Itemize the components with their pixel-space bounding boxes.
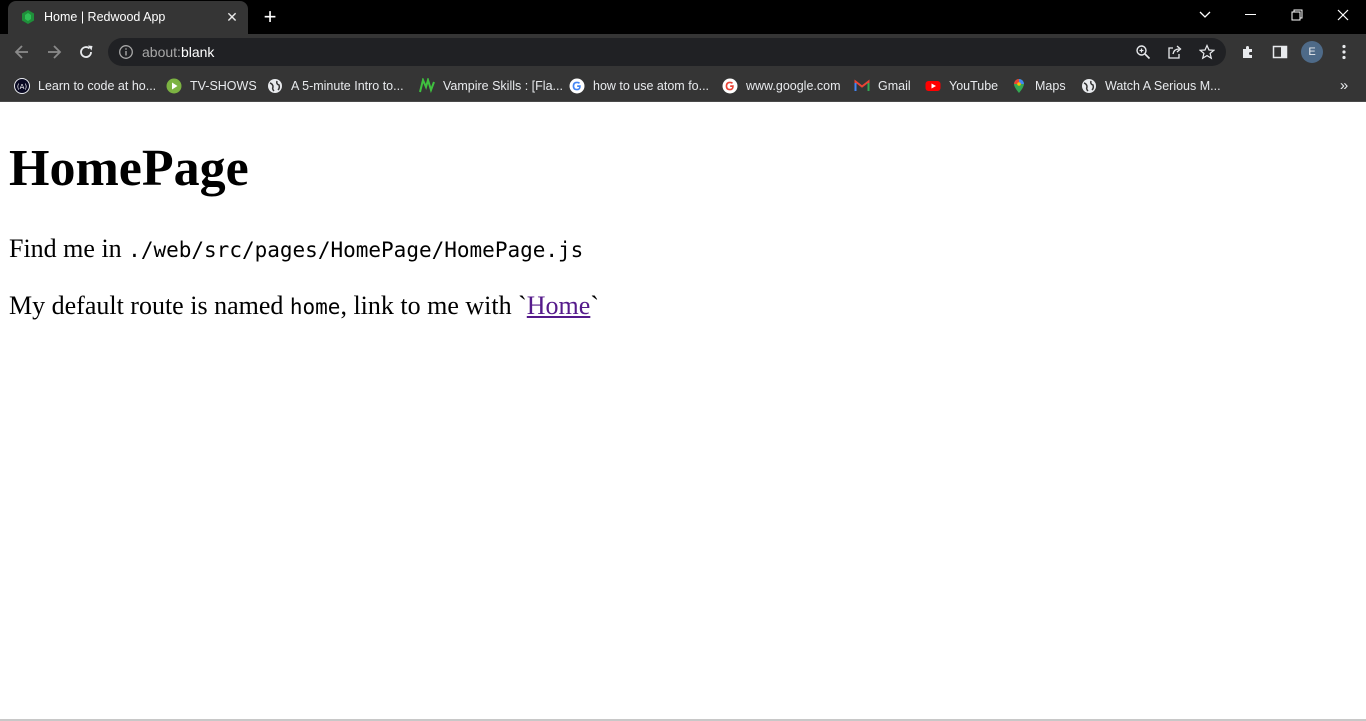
bookmark-label: Learn to code at ho... (38, 79, 157, 93)
text-prefix: My default route is named (9, 291, 290, 320)
browser-toolbar: about:blank E (0, 34, 1366, 70)
minimize-icon[interactable] (1228, 0, 1274, 30)
globe-icon (267, 78, 283, 94)
bookmark-label: A 5-minute Intro to... (291, 79, 404, 93)
file-path-code: ./web/src/pages/HomePage/HomePage.js (128, 238, 584, 262)
bookmark-label: Vampire Skills : [Fla... (443, 79, 563, 93)
bookmark-item[interactable]: www.google.com (722, 76, 841, 96)
bookmark-item[interactable]: YouTube (925, 76, 998, 96)
page-title: HomePage (9, 140, 249, 197)
page-content: HomePage Find me in ./web/src/pages/Home… (0, 103, 1366, 721)
freecodecamp-icon: (A) (14, 78, 30, 94)
bookmark-item[interactable]: Vampire Skills : [Fla... (419, 76, 563, 96)
address-text[interactable]: about:blank (142, 44, 214, 60)
address-bar[interactable]: about:blank (108, 38, 1226, 66)
route-text: My default route is named home, link to … (9, 290, 599, 323)
new-tab-button[interactable]: + (260, 6, 280, 28)
bookmark-item[interactable]: how to use atom fo... (569, 76, 709, 96)
zoom-icon[interactable] (1135, 44, 1151, 60)
bookmark-label: Maps (1035, 79, 1066, 93)
bookmarks-bar: (A) Learn to code at ho... TV-SHOWS A 5-… (0, 70, 1366, 102)
chevron-double-right-icon[interactable]: » (1335, 76, 1353, 96)
text-suffix: ` (590, 291, 599, 320)
restore-icon[interactable] (1274, 0, 1320, 30)
home-link[interactable]: Home (527, 291, 591, 320)
maps-icon (1011, 78, 1027, 94)
bookmark-label: TV-SHOWS (190, 79, 257, 93)
bookmark-label: Watch A Serious M... (1105, 79, 1221, 93)
vampire-icon (419, 78, 435, 94)
redwood-logo-icon (20, 9, 36, 25)
svg-text:(A): (A) (17, 83, 28, 91)
text-middle: , link to me with ` (340, 291, 527, 320)
gmail-icon (854, 78, 870, 94)
title-bar: Home | Redwood App ✕ + (0, 0, 1366, 34)
file-location-text: Find me in ./web/src/pages/HomePage/Home… (9, 233, 583, 266)
address-path: blank (180, 44, 215, 60)
menu-kebab-icon[interactable] (1335, 43, 1353, 61)
tab-title: Home | Redwood App (44, 10, 166, 24)
side-panel-icon[interactable] (1271, 43, 1289, 61)
extensions-icon[interactable] (1239, 43, 1257, 61)
address-scheme: about: (142, 44, 181, 60)
bookmark-label: Gmail (878, 79, 911, 93)
bookmark-item[interactable]: Gmail (854, 76, 911, 96)
share-icon[interactable] (1167, 44, 1183, 60)
bookmark-label: YouTube (949, 79, 999, 93)
globe-icon (1081, 78, 1097, 94)
bookmark-item[interactable]: Watch A Serious M... (1081, 76, 1221, 96)
back-arrow-icon[interactable] (10, 40, 34, 64)
play-circle-icon (166, 78, 182, 94)
tab-search-icon[interactable] (1182, 0, 1228, 30)
site-info-icon[interactable] (118, 44, 134, 60)
bookmark-item[interactable]: Maps (1011, 76, 1066, 96)
bookmark-item[interactable]: A 5-minute Intro to... (267, 76, 404, 96)
tab-active[interactable]: Home | Redwood App ✕ (8, 1, 248, 34)
google-icon (722, 78, 738, 94)
forward-arrow-icon[interactable] (42, 40, 66, 64)
bookmark-item[interactable]: TV-SHOWS (166, 76, 257, 96)
bookmark-label: how to use atom fo... (593, 79, 710, 93)
profile-avatar[interactable]: E (1301, 41, 1323, 63)
youtube-icon (925, 78, 941, 94)
text-prefix: Find me in (9, 234, 129, 263)
close-tab-icon[interactable]: ✕ (224, 9, 240, 25)
bookmark-label: www.google.com (746, 79, 841, 93)
google-icon (569, 78, 585, 94)
close-window-icon[interactable] (1320, 0, 1366, 30)
bookmark-item[interactable]: (A) Learn to code at ho... (14, 76, 156, 96)
route-name-code: home (289, 295, 341, 319)
reload-icon[interactable] (74, 40, 98, 64)
bookmark-star-icon[interactable] (1199, 44, 1215, 60)
